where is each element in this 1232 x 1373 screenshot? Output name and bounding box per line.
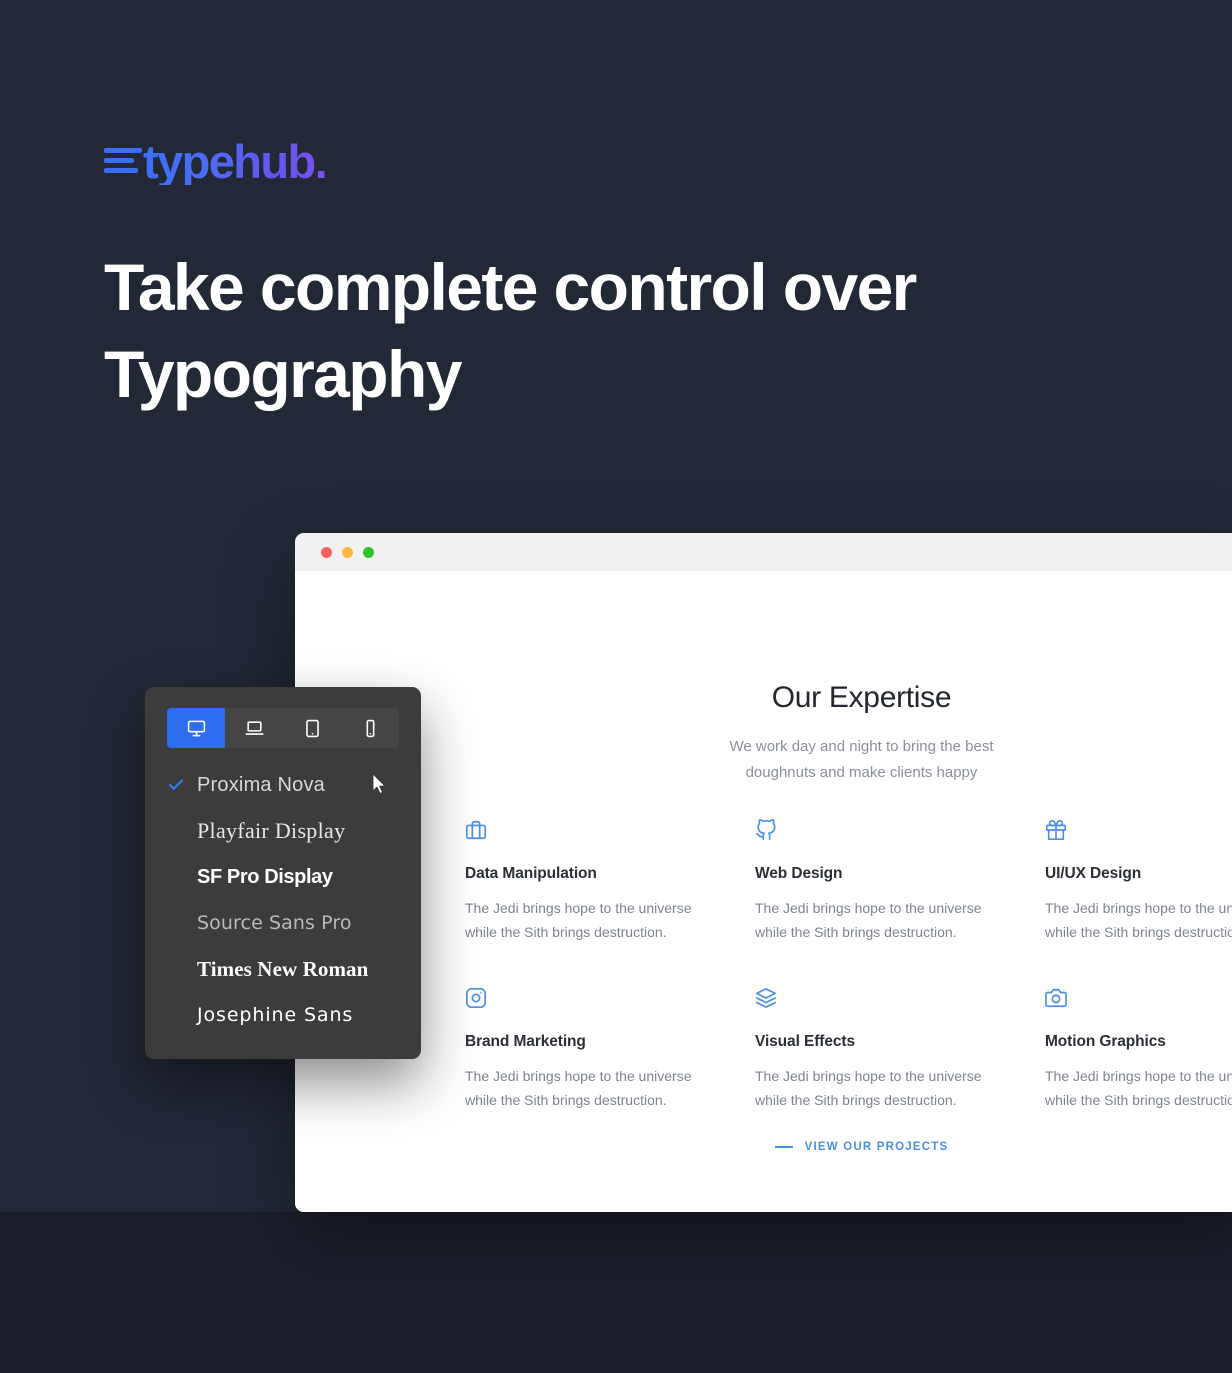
card-text: The Jedi brings hope to the universe whi… [755, 1065, 1005, 1112]
device-toggle-laptop[interactable] [225, 708, 283, 748]
card-title: Data Manipulation [465, 865, 597, 882]
card-text-line-1: The Jedi brings hope to the universe [465, 1068, 692, 1085]
card-title: Motion Graphics [1045, 1033, 1166, 1051]
font-option-label: Playfair Display [197, 818, 346, 843]
device-toggle-tablet[interactable] [283, 708, 341, 748]
tablet-icon [303, 719, 322, 738]
laptop-icon [244, 719, 264, 738]
section-subtitle-line-2: doughnuts and make clients happy [745, 763, 978, 781]
section-subtitle: We work day and night to bring the best … [295, 734, 1232, 786]
font-option-sf-pro-display[interactable]: SF Pro Display [167, 854, 399, 900]
expertise-card[interactable]: Brand Marketing The Jedi brings hope to … [465, 987, 715, 1112]
minimize-button[interactable] [342, 546, 353, 558]
card-title: Brand Marketing [465, 1033, 586, 1051]
font-option-label: SF Pro Display [197, 866, 333, 888]
github-icon [755, 819, 1005, 849]
dash-icon [774, 1146, 793, 1148]
card-text-line-2: while the Sith brings destruction. [1045, 1091, 1232, 1108]
card-title: UI/UX Design [1045, 865, 1142, 882]
card-text: The Jedi brings hope to the universe whi… [465, 1065, 715, 1112]
desktop-icon [187, 719, 206, 738]
font-option-playfair-display[interactable]: Playfair Display [167, 808, 399, 854]
card-text-line-2: while the Sith brings destruction. [755, 1091, 957, 1108]
font-selector-panel: Proxima Nova Playfair Display SF Pro Dis… [145, 687, 421, 1059]
font-list: Proxima Nova Playfair Display SF Pro Dis… [167, 762, 399, 1038]
expertise-card[interactable]: UI/UX Design The Jedi brings hope to the… [1045, 819, 1232, 944]
font-option-josephine-sans[interactable]: Josephine Sans [167, 992, 399, 1038]
view-projects-label: VIEW OUR PROJECTS [804, 1141, 949, 1153]
card-text: The Jedi brings hope to the universe whi… [1045, 897, 1232, 944]
section-title: Our Expertise [771, 681, 952, 714]
card-text-line-2: while the Sith brings destruction. [755, 923, 957, 940]
brand-logo[interactable]: typehub. [104, 133, 328, 189]
card-text-line-2: while the Sith brings destruction. [1045, 923, 1232, 940]
maximize-button[interactable] [363, 546, 374, 558]
mobile-icon [361, 719, 380, 738]
card-title: Visual Effects [755, 1033, 855, 1051]
card-text-line-1: The Jedi brings hope to the universe [465, 900, 692, 916]
mouse-pointer-icon [372, 773, 388, 795]
device-toggle-mobile[interactable] [341, 708, 399, 748]
browser-content: Our Expertise We work day and night to b… [295, 571, 1232, 1212]
three-bars-icon [104, 147, 142, 175]
card-text-line-2: while the Sith brings destruction. [465, 923, 667, 940]
expertise-grid: Data Manipulation The Jedi brings hope t… [465, 819, 1232, 1112]
font-option-times-new-roman[interactable]: Times New Roman [167, 946, 399, 992]
font-option-label: Proxima Nova [197, 774, 325, 796]
checkmark-icon [167, 776, 197, 794]
camera-icon [1045, 987, 1232, 1017]
briefcase-icon [465, 819, 715, 849]
card-text-line-1: The Jedi brings hope to the universe [1045, 1068, 1232, 1085]
font-option-label: Source Sans Pro [197, 911, 352, 934]
card-title: Web Design [755, 865, 843, 882]
card-text-line-2: while the Sith brings destruction. [465, 1091, 667, 1108]
device-toggle-desktop[interactable] [167, 708, 225, 748]
card-text-line-1: The Jedi brings hope to the universe [755, 900, 982, 916]
font-option-proxima-nova[interactable]: Proxima Nova [167, 762, 399, 808]
font-option-source-sans-pro[interactable]: Source Sans Pro [167, 900, 399, 946]
page-root: typehub. Take complete control over Typo… [0, 0, 1232, 1373]
page-title: Take complete control over Typography [104, 244, 1004, 418]
browser-titlebar [295, 533, 1232, 571]
expertise-card[interactable]: Data Manipulation The Jedi brings hope t… [465, 819, 715, 944]
expertise-card[interactable]: Motion Graphics The Jedi brings hope to … [1045, 987, 1232, 1112]
layers-icon [755, 987, 1005, 1017]
headline-line-2: Typography [104, 337, 462, 412]
card-text: The Jedi brings hope to the universe whi… [465, 897, 715, 944]
card-text-line-1: The Jedi brings hope to the universe [755, 1068, 982, 1085]
close-button[interactable] [321, 546, 332, 558]
font-option-label: Josephine Sans [197, 1003, 354, 1026]
card-text: The Jedi brings hope to the universe whi… [755, 897, 1005, 944]
background-band [0, 1212, 1232, 1373]
section-subtitle-line-1: We work day and night to bring the best [729, 738, 994, 755]
font-option-label: Times New Roman [197, 956, 369, 981]
browser-window: Our Expertise We work day and night to b… [295, 533, 1232, 1212]
card-text: The Jedi brings hope to the universe whi… [1045, 1065, 1232, 1112]
headline-line-1: Take complete control over [104, 250, 917, 324]
brand-name: typehub. [143, 134, 328, 188]
view-projects-link[interactable]: VIEW OUR PROJECTS [295, 1141, 1232, 1153]
expertise-card[interactable]: Web Design The Jedi brings hope to the u… [755, 819, 1005, 944]
card-text-line-1: The Jedi brings hope to the universe [1045, 900, 1232, 916]
instagram-icon [465, 987, 715, 1017]
gift-icon [1045, 819, 1232, 849]
device-toggle-group [167, 708, 399, 748]
expertise-card[interactable]: Visual Effects The Jedi brings hope to t… [755, 987, 1005, 1112]
